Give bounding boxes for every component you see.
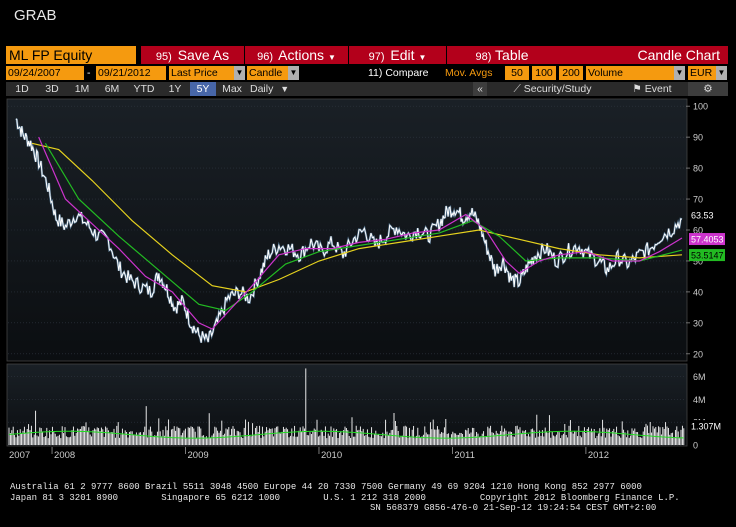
period-max[interactable]: Max <box>218 82 246 96</box>
start-date-field[interactable]: 09/24/2007 <box>6 66 84 80</box>
save-as-label: Save As <box>177 47 230 63</box>
date-tick-label: 2010 <box>321 450 342 461</box>
edit-label: Edit <box>390 47 415 63</box>
footer-line-2: Japan 81 3 3201 8900 Singapore 65 6212 1… <box>10 492 680 503</box>
ma-50-badge: 57.4053 <box>691 235 724 245</box>
edit-number: 97) <box>368 51 385 63</box>
security-study-label: Security/Study <box>523 83 592 95</box>
date-dash: - <box>87 67 91 79</box>
collapse-button[interactable]: « <box>473 82 487 96</box>
price-tick-label: 80 <box>693 164 703 174</box>
save-as-button[interactable]: 95) Save As <box>141 46 244 64</box>
gear-icon[interactable]: ⚙ <box>688 82 728 96</box>
price-type-select[interactable]: Last Price <box>169 66 234 80</box>
chart-name: Candle Chart <box>637 47 721 63</box>
currency-dropdown-icon[interactable]: ▼ <box>716 66 727 80</box>
ma-100-badge: 53.5147 <box>691 251 724 261</box>
actions-number: 96) <box>257 51 274 63</box>
volume-badge: 1.307M <box>691 422 721 432</box>
end-date-field[interactable]: 09/21/2012 <box>96 66 166 80</box>
actions-button[interactable]: 96) Actions ▼ <box>245 46 348 64</box>
ma-50-field[interactable]: 50 <box>505 66 529 80</box>
date-tick-label: 2012 <box>588 450 609 461</box>
table-label: Table <box>495 47 529 63</box>
ma-100-field[interactable]: 100 <box>532 66 556 80</box>
chart-style-select[interactable]: Candle <box>247 66 288 80</box>
event-label: Event <box>644 83 672 95</box>
table-number: 98) <box>475 51 492 63</box>
frequency-chevron-icon: ▼ <box>280 84 290 94</box>
lower-study-select[interactable]: Volume <box>586 66 674 80</box>
price-tick-label: 70 <box>693 195 703 205</box>
price-tick-label: 30 <box>693 318 703 328</box>
actions-chevron-icon: ▼ <box>327 53 336 62</box>
frequency-select[interactable]: Daily ▼ <box>250 82 298 96</box>
footer: Australia 61 2 9777 8600 Brazil 5511 304… <box>10 482 680 514</box>
frequency-label: Daily <box>250 83 274 95</box>
compare-button[interactable]: 11) Compare <box>368 66 438 80</box>
mov-avgs-label: Mov. Avgs <box>445 67 493 79</box>
period-6m[interactable]: 6M <box>98 82 126 96</box>
period-1y[interactable]: 1Y <box>162 82 188 96</box>
price-tick-label: 100 <box>693 102 708 112</box>
period-5y[interactable]: 5Y <box>190 82 216 96</box>
price-volume-chart[interactable]: 1009080706050403020 6M4M2M0 200720082009… <box>6 98 728 461</box>
price-type-dropdown-icon[interactable]: ▼ <box>234 66 245 80</box>
lower-study-dropdown-icon[interactable]: ▼ <box>674 66 685 80</box>
period-1m[interactable]: 1M <box>68 82 96 96</box>
event-button[interactable]: ⚑ Event <box>622 82 682 96</box>
save-as-number: 95) <box>155 51 172 63</box>
period-3d[interactable]: 3D <box>38 82 66 96</box>
date-tick-label: 2008 <box>54 450 75 461</box>
date-tick-label: 2007 <box>9 450 30 461</box>
volume-tick-label: 0 <box>693 441 698 451</box>
price-tick-label: 90 <box>693 133 703 143</box>
currency-select[interactable]: EUR <box>688 66 716 80</box>
period-1d[interactable]: 1D <box>8 82 36 96</box>
date-tick-label: 2011 <box>454 450 474 461</box>
period-ytd[interactable]: YTD <box>128 82 160 96</box>
table-button[interactable]: 98) Table <box>447 46 557 64</box>
price-tick-label: 40 <box>693 287 703 297</box>
window-title: GRAB <box>14 7 57 24</box>
footer-line-3: SN 568379 G856-476-0 21-Sep-12 19:24:54 … <box>370 503 657 513</box>
edit-chevron-icon: ▼ <box>418 53 427 62</box>
last-price-badge: 63.53 <box>691 211 714 221</box>
date-tick-label: 2009 <box>188 450 209 461</box>
volume-tick-label: 6M <box>693 372 706 382</box>
chart-style-dropdown-icon[interactable]: ▼ <box>288 66 299 80</box>
volume-tick-label: 4M <box>693 395 706 405</box>
actions-label: Actions <box>278 47 325 63</box>
security-study-button[interactable]: ⟋ Security/Study <box>500 82 605 96</box>
study-chart-icon: ⟋ <box>513 83 521 95</box>
ma-200-field[interactable]: 200 <box>559 66 583 80</box>
edit-button[interactable]: 97) Edit ▼ <box>349 46 446 64</box>
event-flag-icon: ⚑ <box>632 83 642 95</box>
price-tick-label: 20 <box>693 349 703 359</box>
footer-line-1: Australia 61 2 9777 8600 Brazil 5511 304… <box>10 482 642 492</box>
security-field[interactable]: ML FP Equity <box>6 46 136 64</box>
